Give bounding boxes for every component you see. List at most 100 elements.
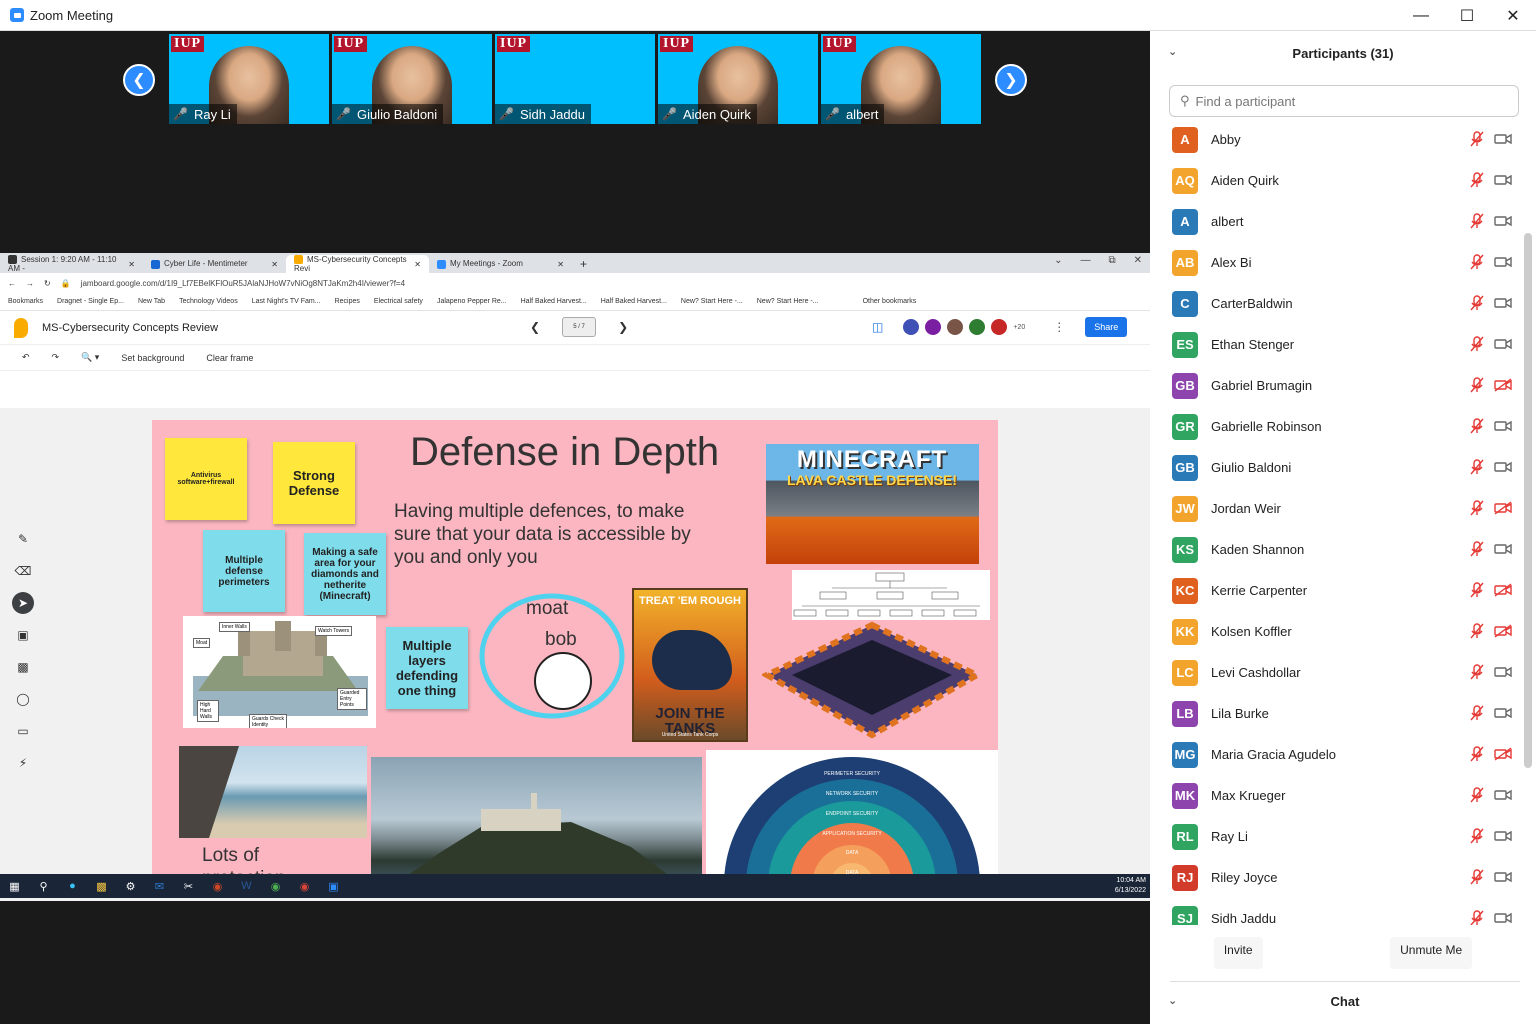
participant-row[interactable]: C CarterBaldwin	[1150, 283, 1525, 324]
set-background-button[interactable]: Set background	[121, 353, 184, 363]
sticky-note-antivirus[interactable]: Antivirus software+firewall	[165, 438, 247, 520]
gallery-next-button[interactable]: ❯	[995, 64, 1027, 96]
participant-row[interactable]: LC Levi Cashdollar	[1150, 652, 1525, 693]
back-icon[interactable]: ←	[8, 279, 16, 288]
prev-frame-icon[interactable]: ❮	[530, 320, 540, 334]
zoom-taskbar-icon[interactable]: ▣	[319, 874, 348, 898]
powerpoint-icon[interactable]: ◉	[203, 874, 232, 898]
new-tab-button[interactable]: +	[572, 255, 595, 273]
chat-chevron-icon[interactable]: ⌄	[1168, 994, 1177, 1007]
video-icon[interactable]	[1494, 173, 1512, 187]
browser-tab[interactable]: Session 1: 9:20 AM - 11:10 AM - ✕	[0, 255, 143, 273]
sticky-note-layers[interactable]: Multiple layers defending one thing	[386, 627, 468, 709]
image-icon[interactable]: ▩	[12, 656, 34, 678]
participant-scrollbar[interactable]	[1524, 233, 1532, 768]
participant-row[interactable]: GR Gabrielle Robinson	[1150, 406, 1525, 447]
chat-header[interactable]: ⌄ Chat	[1168, 981, 1520, 1021]
video-off-icon[interactable]	[1494, 624, 1512, 638]
bookmark-item[interactable]: Jalapeno Pepper Re...	[437, 298, 507, 305]
mic-muted-icon[interactable]	[1470, 705, 1484, 721]
mic-muted-icon[interactable]	[1470, 459, 1484, 475]
participant-search-input[interactable]: ⚲ Find a participant	[1169, 85, 1519, 117]
video-icon[interactable]	[1494, 337, 1512, 351]
video-icon[interactable]	[1494, 665, 1512, 679]
browser-close-button[interactable]: ✕	[1134, 255, 1142, 266]
windows-start-icon[interactable]: ▦	[0, 874, 29, 898]
bob-label[interactable]: bob	[545, 629, 577, 651]
gallery-prev-button[interactable]: ❮	[123, 64, 155, 96]
video-off-icon[interactable]	[1494, 583, 1512, 597]
mic-muted-icon[interactable]	[1470, 336, 1484, 352]
chrome-icon[interactable]: ◉	[261, 874, 290, 898]
reload-icon[interactable]: ↻	[44, 279, 51, 288]
browser-tab[interactable]: Cyber Life - Mentimeter ✕	[143, 255, 286, 273]
select-icon[interactable]: ➤	[12, 592, 34, 614]
maximize-button[interactable]: ☐	[1444, 0, 1490, 31]
participant-row[interactable]: RJ Riley Joyce	[1150, 857, 1525, 898]
participant-row[interactable]: AQ Aiden Quirk	[1150, 160, 1525, 201]
mic-muted-icon[interactable]	[1470, 131, 1484, 147]
mic-muted-icon[interactable]	[1470, 295, 1484, 311]
jamboard-title[interactable]: MS-Cybersecurity Concepts Review	[42, 322, 218, 334]
zoom-icon[interactable]: 🔍 ▾	[81, 352, 99, 363]
mic-muted-icon[interactable]	[1470, 828, 1484, 844]
bookmark-item[interactable]: Half Baked Harvest...	[521, 298, 587, 305]
next-frame-icon[interactable]: ❯	[618, 320, 628, 334]
video-icon[interactable]	[1494, 788, 1512, 802]
participant-row[interactable]: KK Kolsen Koffler	[1150, 611, 1525, 652]
sticky-note-perimeters[interactable]: Multiple defense perimeters	[203, 530, 285, 612]
video-off-icon[interactable]	[1494, 501, 1512, 515]
video-tile[interactable]: IUP 🎤 albert	[821, 34, 981, 124]
bookmark-item[interactable]: New? Start Here -...	[757, 298, 819, 305]
tab-close-icon[interactable]: ✕	[128, 260, 135, 269]
participant-row[interactable]: GB Giulio Baldoni	[1150, 447, 1525, 488]
snip-icon[interactable]: ✂	[174, 874, 203, 898]
mic-muted-icon[interactable]	[1470, 172, 1484, 188]
bookmark-item[interactable]: Recipes	[335, 298, 360, 305]
tab-close-icon[interactable]: ✕	[271, 260, 278, 269]
bookmark-item[interactable]: Technology Videos	[179, 298, 238, 305]
sticky-note-icon[interactable]: ▣	[12, 624, 34, 646]
video-tile[interactable]: IUP 🎤 Ray Li	[169, 34, 329, 124]
participant-row[interactable]: SJ Sidh Jaddu	[1150, 898, 1525, 925]
participant-row[interactable]: RL Ray Li	[1150, 816, 1525, 857]
chrome-profile-icon[interactable]: ◉	[290, 874, 319, 898]
browser-tab-active[interactable]: MS-Cybersecurity Concepts Revi ✕	[286, 255, 429, 273]
circle-icon[interactable]: ◯	[12, 688, 34, 710]
mic-muted-icon[interactable]	[1470, 746, 1484, 762]
browser-tab[interactable]: My Meetings - Zoom ✕	[429, 255, 572, 273]
tab-close-icon[interactable]: ✕	[414, 260, 421, 269]
clear-frame-button[interactable]: Clear frame	[206, 353, 253, 363]
mic-muted-icon[interactable]	[1470, 500, 1484, 516]
bookmark-item[interactable]: Last Night's TV Fam...	[252, 298, 321, 305]
browser-restore-button[interactable]: ⧉	[1108, 255, 1115, 266]
mic-muted-icon[interactable]	[1470, 664, 1484, 680]
video-tile[interactable]: IUP 🎤 Giulio Baldoni	[332, 34, 492, 124]
minimize-button[interactable]: —	[1398, 0, 1444, 31]
video-tile[interactable]: IUP 🎤 Sidh Jaddu	[495, 34, 655, 124]
undo-icon[interactable]: ↶	[22, 352, 30, 363]
mic-muted-icon[interactable]	[1470, 787, 1484, 803]
mic-muted-icon[interactable]	[1470, 869, 1484, 885]
text-box-icon[interactable]: ▭	[12, 720, 34, 742]
video-icon[interactable]	[1494, 911, 1512, 925]
file-explorer-icon[interactable]: ▩	[87, 874, 116, 898]
bookmark-item[interactable]: Half Baked Harvest...	[601, 298, 667, 305]
pen-icon[interactable]: ✎	[12, 528, 34, 550]
video-tile[interactable]: IUP 🎤 Aiden Quirk	[658, 34, 818, 124]
video-icon[interactable]	[1494, 296, 1512, 310]
other-bookmarks[interactable]: Other bookmarks	[863, 298, 917, 305]
settings-icon[interactable]: ⚙	[116, 874, 145, 898]
edge-icon[interactable]: ●	[58, 874, 87, 898]
participant-row[interactable]: A Abby	[1150, 119, 1525, 160]
bookmark-item[interactable]: Dragnet - Single Ep...	[57, 298, 124, 305]
mic-muted-icon[interactable]	[1470, 254, 1484, 270]
browser-minimize-button[interactable]: —	[1080, 255, 1090, 266]
mic-muted-icon[interactable]	[1470, 213, 1484, 229]
eraser-icon[interactable]: ⌫	[12, 560, 34, 582]
mic-muted-icon[interactable]	[1470, 377, 1484, 393]
mic-muted-icon[interactable]	[1470, 418, 1484, 434]
word-icon[interactable]: W	[232, 874, 261, 898]
video-off-icon[interactable]	[1494, 378, 1512, 392]
mic-muted-icon[interactable]	[1470, 623, 1484, 639]
